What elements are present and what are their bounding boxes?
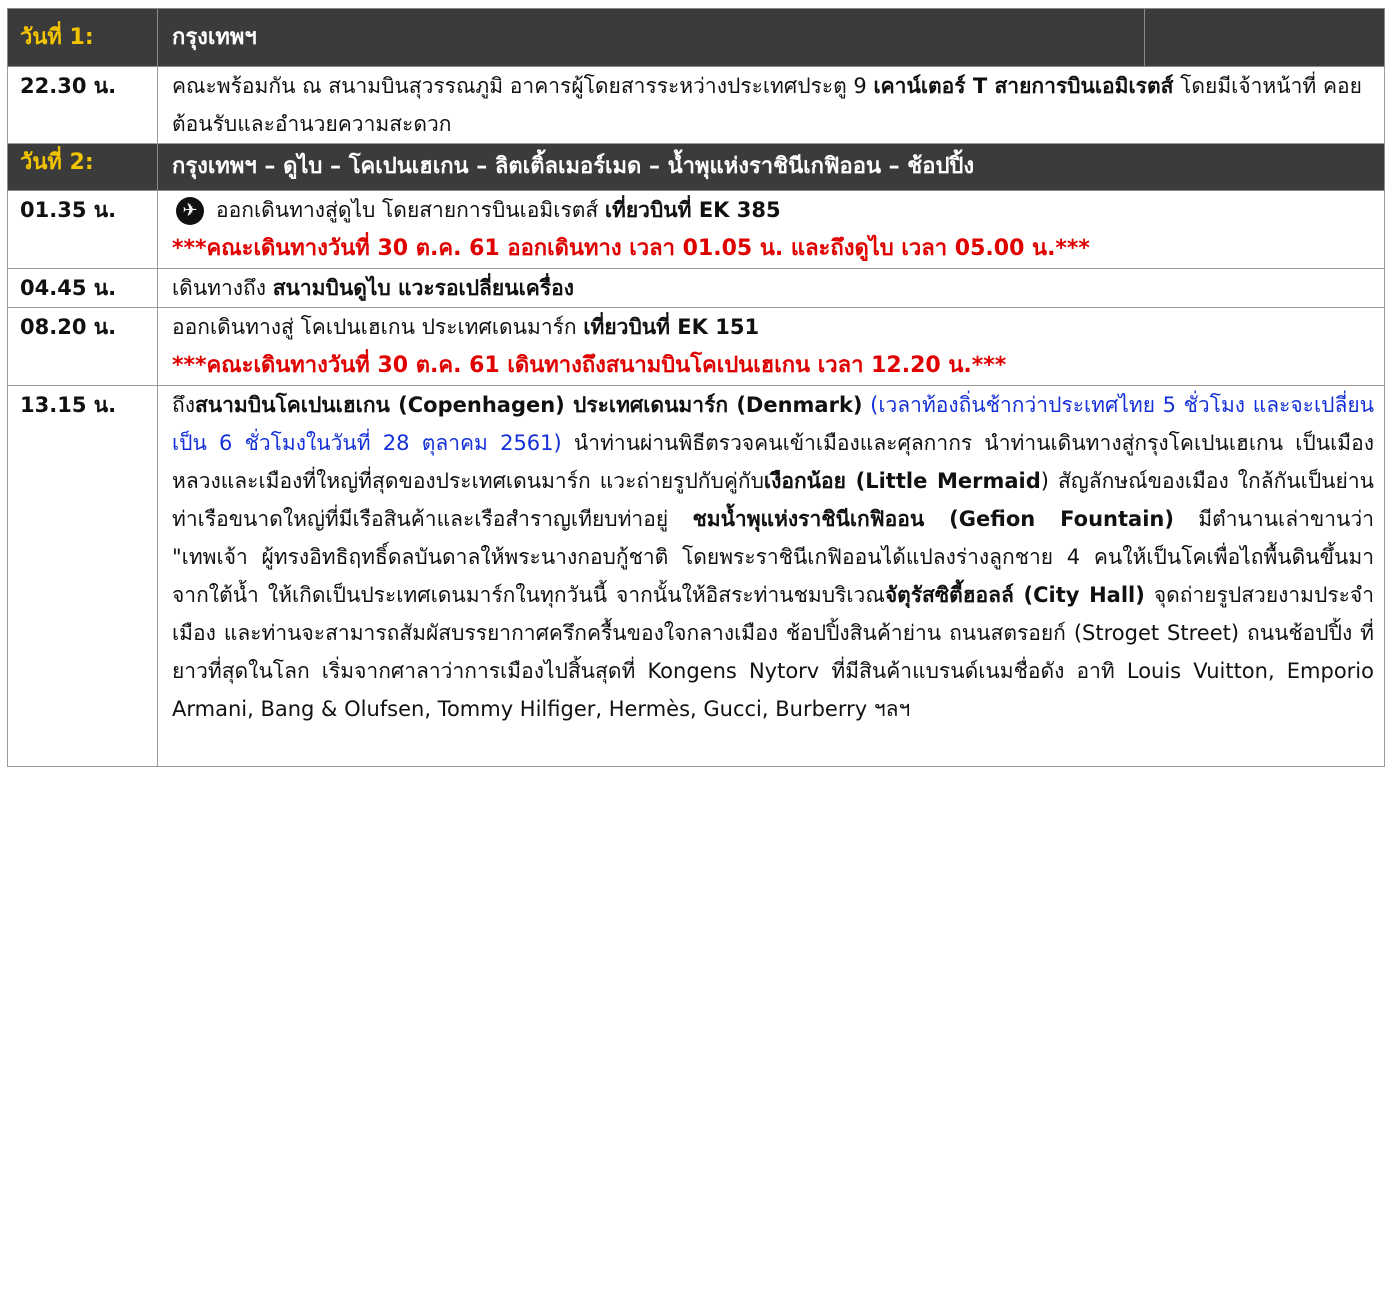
row-text-bold: เคาน์เตอร์ T สายการบินเอมิเรตส์ xyxy=(873,74,1174,98)
attraction-name: จัตุรัสซิตี้ฮอลล์ (City Hall) xyxy=(884,583,1145,607)
row-description: ✈ ออกเดินทางสู่ดูไบ โดยสายการบินเอมิเรตส์… xyxy=(157,190,1385,269)
row-text: คณะพร้อมกัน ณ สนามบินสุวรรณภูมิ อาคารผู้… xyxy=(172,74,874,98)
row-description: ถึงสนามบินโคเปนเฮเกน (Copenhagen) ประเทศ… xyxy=(157,385,1385,767)
row-time: 22.30 น. xyxy=(7,66,158,144)
row-time: 13.15 น. xyxy=(7,385,158,767)
attraction-name: ชมน้ำพุแห่งราชินีเกฟิออน (Gefion Fountai… xyxy=(692,507,1174,531)
itinerary-row: 22.30 น. คณะพร้อมกัน ณ สนามบินสุวรรณภูมิ… xyxy=(7,66,1385,144)
itinerary-table: วันที่ 1: กรุงเทพฯ 22.30 น. คณะพร้อมกัน … xyxy=(7,8,1385,767)
airport-name: สนามบินโคเปนเฮเกน (Copenhagen) ประเทศเดน… xyxy=(194,393,863,417)
row-time: 04.45 น. xyxy=(7,268,158,308)
row-time: 08.20 น. xyxy=(7,307,158,386)
row-description: ออกเดินทางสู่ โคเปนเฮเกน ประเทศเดนมาร์ก … xyxy=(157,307,1385,386)
day-header-2: วันที่ 2: กรุงเทพฯ – ดูไบ – โคเปนเฮเกน –… xyxy=(7,143,1385,191)
red-note: ***คณะเดินทางวันที่ 30 ต.ค. 61 เดินทางถึ… xyxy=(172,353,1007,378)
attraction-name: เงือกน้อย (Little Mermaid xyxy=(763,469,1041,493)
day-header-empty-cell xyxy=(1144,8,1385,67)
description-paragraph: ถึงสนามบินโคเปนเฮเกน (Copenhagen) ประเทศ… xyxy=(172,386,1374,728)
day-title: กรุงเทพฯ – ดูไบ – โคเปนเฮเกน – ลิตเติ้ลเ… xyxy=(157,143,1385,191)
row-text: ออกเดินทางสู่ โคเปนเฮเกน ประเทศเดนมาร์ก xyxy=(172,315,584,339)
day-label: วันที่ 1: xyxy=(7,8,158,67)
row-time: 01.35 น. xyxy=(7,190,158,269)
row-text: ถึง xyxy=(172,393,195,417)
flight-number: เที่ยวบินที่ EK 151 xyxy=(583,315,760,339)
day-header-1: วันที่ 1: กรุงเทพฯ xyxy=(7,8,1385,67)
itinerary-row: 04.45 น. เดินทางถึง สนามบินดูไบ แวะรอเปล… xyxy=(7,268,1385,308)
row-text: ออกเดินทางสู่ดูไบ โดยสายการบินเอมิเรตส์ xyxy=(216,198,605,222)
row-text-bold: สนามบินดูไบ แวะรอเปลี่ยนเครื่อง xyxy=(272,276,574,300)
day-title: กรุงเทพฯ xyxy=(157,8,1145,67)
plane-icon: ✈ xyxy=(176,197,204,225)
red-note: ***คณะเดินทางวันที่ 30 ต.ค. 61 ออกเดินทา… xyxy=(172,236,1090,261)
row-description: คณะพร้อมกัน ณ สนามบินสุวรรณภูมิ อาคารผู้… xyxy=(157,66,1385,144)
day-label: วันที่ 2: xyxy=(7,143,158,191)
row-description: เดินทางถึง สนามบินดูไบ แวะรอเปลี่ยนเครื่… xyxy=(157,268,1385,308)
itinerary-row: 08.20 น. ออกเดินทางสู่ โคเปนเฮเกน ประเทศ… xyxy=(7,307,1385,386)
itinerary-row: 13.15 น. ถึงสนามบินโคเปนเฮเกน (Copenhage… xyxy=(7,385,1385,767)
itinerary-row: 01.35 น. ✈ ออกเดินทางสู่ดูไบ โดยสายการบิน… xyxy=(7,190,1385,269)
row-text: เดินทางถึง xyxy=(172,276,273,300)
flight-number: เที่ยวบินที่ EK 385 xyxy=(604,198,781,222)
